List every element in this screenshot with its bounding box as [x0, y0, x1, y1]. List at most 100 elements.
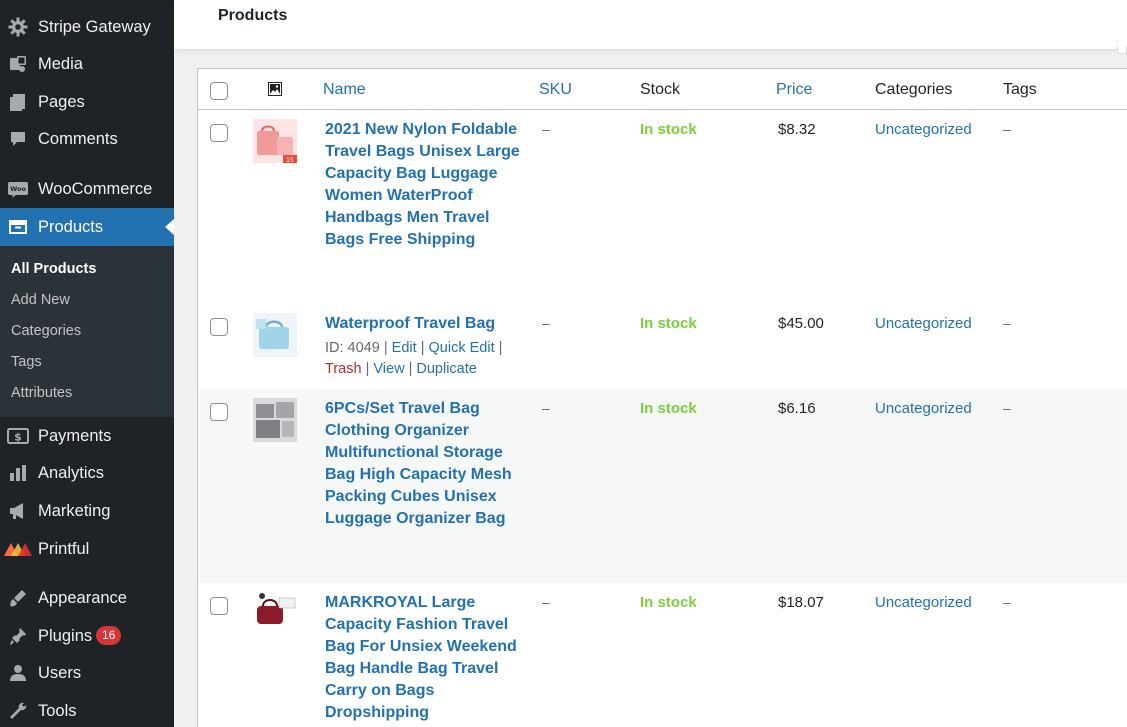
- menu-item-payments[interactable]: $ Payments: [0, 417, 174, 455]
- stock-status: In stock: [640, 594, 697, 611]
- menu-label: Users: [38, 663, 82, 682]
- menu-item-marketing[interactable]: Marketing: [0, 492, 174, 530]
- menu-item-printful[interactable]: Printful: [0, 530, 174, 568]
- tags-value: –: [1003, 121, 1011, 137]
- duplicate-link[interactable]: Duplicate: [416, 361, 476, 377]
- column-header-name[interactable]: Name: [323, 81, 366, 99]
- table-row: 15 2021 New Nylon Foldable Travel Bags U…: [198, 110, 1127, 304]
- menu-item-pages[interactable]: Pages: [0, 83, 174, 121]
- page-header: Products: [174, 0, 1127, 54]
- menu-label: Pages: [38, 92, 85, 111]
- tags-value: –: [1003, 315, 1011, 331]
- menu-label: Media: [38, 54, 83, 73]
- row-actions: ID: 4049 | Edit | Quick Edit | Trash | V…: [325, 338, 535, 380]
- menu-item-products[interactable]: Products: [0, 208, 174, 246]
- edit-link[interactable]: Edit: [392, 340, 417, 356]
- menu-item-media[interactable]: Media: [0, 45, 174, 83]
- marketing-icon: [7, 500, 29, 522]
- menu-label: Analytics: [38, 463, 105, 482]
- plugins-update-count-badge: 16: [96, 626, 122, 645]
- product-name-link[interactable]: 2021 New Nylon Foldable Travel Bags Unis…: [325, 119, 525, 251]
- row-checkbox[interactable]: [210, 597, 228, 615]
- submenu-tags[interactable]: Tags: [11, 354, 42, 370]
- pages-icon: [7, 91, 29, 113]
- category-link[interactable]: Uncategorized: [875, 121, 972, 138]
- row-action-separator: |: [408, 361, 413, 377]
- admin-sidebar: Stripe Gateway Media Pages Comments Woo …: [0, 0, 174, 727]
- price-value: $18.07: [778, 594, 824, 611]
- menu-label: Plugins: [38, 626, 93, 645]
- menu-item-users[interactable]: Users: [0, 654, 174, 692]
- menu-label: Comments: [38, 129, 118, 148]
- table-header: Name SKU Stock Price Categories Tags: [198, 69, 1127, 110]
- menu-item-appearance[interactable]: Appearance: [0, 579, 174, 617]
- menu-label: Products: [38, 217, 104, 236]
- column-header-stock: Stock: [640, 81, 681, 98]
- trash-link[interactable]: Trash: [325, 361, 362, 377]
- products-table: Name SKU Stock Price Categories Tags 15 …: [197, 68, 1127, 727]
- printful-icon: [4, 538, 32, 560]
- menu-item-stripe-gateway[interactable]: Stripe Gateway: [0, 8, 174, 46]
- sku-value: –: [542, 121, 550, 137]
- column-header-categories: Categories: [875, 81, 953, 98]
- product-id: ID: 4049: [325, 340, 380, 356]
- users-icon: [7, 662, 29, 684]
- column-header-price[interactable]: Price: [776, 81, 812, 99]
- submenu-attributes[interactable]: Attributes: [11, 385, 72, 401]
- category-link[interactable]: Uncategorized: [875, 315, 972, 332]
- row-action-separator: |: [365, 361, 370, 377]
- tags-value: –: [1003, 400, 1011, 416]
- row-checkbox[interactable]: [210, 403, 228, 421]
- submenu-categories[interactable]: Categories: [11, 323, 81, 339]
- sku-value: –: [542, 400, 550, 416]
- submenu-add-new[interactable]: Add New: [11, 292, 70, 308]
- gear-icon: [7, 16, 29, 38]
- page-title: Products: [218, 7, 288, 24]
- column-header-tags: Tags: [1003, 81, 1037, 98]
- row-action-separator: |: [498, 340, 503, 356]
- category-link[interactable]: Uncategorized: [875, 400, 972, 417]
- category-link[interactable]: Uncategorized: [875, 594, 972, 611]
- column-header-sku[interactable]: SKU: [539, 81, 572, 99]
- row-checkbox[interactable]: [210, 318, 228, 336]
- product-thumbnail[interactable]: [253, 398, 297, 442]
- product-name-link[interactable]: Waterproof Travel Bag: [325, 313, 525, 335]
- view-link[interactable]: View: [373, 361, 404, 377]
- menu-label: Appearance: [38, 588, 127, 607]
- screen-options-tab[interactable]: [1117, 46, 1127, 54]
- row-checkbox[interactable]: [210, 124, 228, 142]
- table-row: MARKROYAL Large Capacity Fashion Travel …: [198, 583, 1127, 727]
- menu-label: Stripe Gateway: [38, 17, 151, 36]
- menu-item-woocommerce[interactable]: Woo WooCommerce: [0, 170, 174, 208]
- products-icon: [7, 216, 29, 238]
- product-thumbnail[interactable]: 15: [253, 119, 297, 164]
- table-row: Waterproof Travel Bag ID: 4049 | Edit | …: [198, 304, 1127, 389]
- quick-edit-link[interactable]: Quick Edit: [429, 340, 495, 356]
- row-action-separator: |: [383, 340, 388, 356]
- product-thumbnail[interactable]: [253, 313, 297, 357]
- tags-value: –: [1003, 594, 1011, 610]
- menu-item-plugins[interactable]: Plugins 16: [0, 617, 174, 655]
- menu-item-tools[interactable]: Tools: [0, 692, 174, 727]
- appearance-icon: [7, 587, 29, 609]
- product-name-link[interactable]: 6PCs/Set Travel Bag Clothing Organizer M…: [325, 398, 525, 530]
- woocommerce-icon: Woo: [7, 178, 29, 200]
- menu-item-analytics[interactable]: Analytics: [0, 454, 174, 492]
- product-name-link[interactable]: MARKROYAL Large Capacity Fashion Travel …: [325, 592, 525, 724]
- submenu-all-products[interactable]: All Products: [11, 261, 96, 277]
- plugins-icon: [7, 625, 29, 647]
- products-submenu: All Products Add New Categories Tags Att…: [0, 246, 174, 417]
- tools-icon: [7, 700, 29, 722]
- stock-status: In stock: [640, 315, 697, 332]
- thumbnail-column-icon: [268, 82, 282, 101]
- price-value: $45.00: [778, 315, 824, 332]
- menu-label: Tools: [38, 701, 77, 720]
- menu-item-comments[interactable]: Comments: [0, 120, 174, 158]
- product-thumbnail[interactable]: [253, 592, 297, 636]
- menu-label: Payments: [38, 426, 112, 445]
- menu-label: Printful: [38, 539, 90, 558]
- sku-value: –: [542, 594, 550, 610]
- select-all-checkbox[interactable]: [210, 82, 228, 100]
- row-action-separator: |: [420, 340, 425, 356]
- stock-status: In stock: [640, 121, 697, 138]
